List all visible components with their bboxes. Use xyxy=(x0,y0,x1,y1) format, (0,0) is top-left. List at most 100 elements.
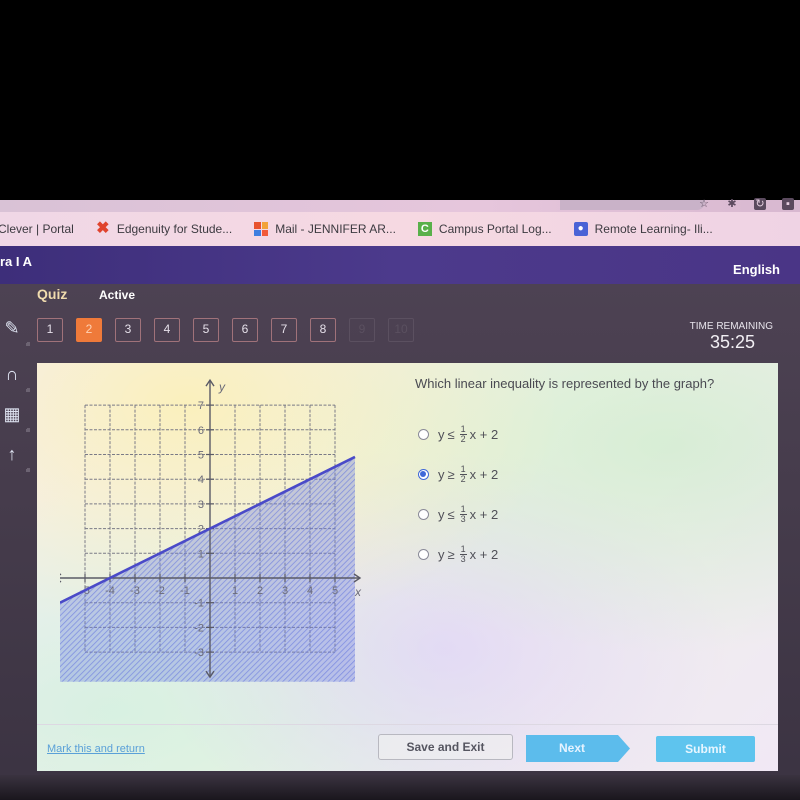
tool-expand-corner xyxy=(26,388,30,392)
bookmark-campus-portal[interactable]: C Campus Portal Log... xyxy=(417,222,552,236)
question-6-button[interactable]: 6 xyxy=(232,318,258,342)
extension-puzzle-icon[interactable]: ✱ xyxy=(726,198,738,210)
tool-expand-corner xyxy=(26,428,30,432)
bookmark-label: Campus Portal Log... xyxy=(438,222,552,236)
y-tick-label: -2 xyxy=(194,622,204,634)
question-8-button[interactable]: 8 xyxy=(310,318,336,342)
fraction-numerator: 1 xyxy=(459,463,467,475)
bookmark-label: Remote Learning- Ili... xyxy=(594,222,713,236)
fraction: 13 xyxy=(459,543,467,564)
inequality-symbol: ≤ xyxy=(447,426,455,442)
expression-rest: x + 2 xyxy=(469,546,499,562)
question-navigator: 1 2 3 4 5 6 7 8 9 10 xyxy=(37,318,427,342)
headphones-icon[interactable]: ∩ xyxy=(0,362,24,386)
y-tick-label: 3 xyxy=(198,499,204,511)
screen: ☆ ✱ ↻ ▪ Clever | Portal ✖ Edgenuity for … xyxy=(0,0,800,800)
inequality-expression: y ≥1 2 x + 2 xyxy=(438,463,499,484)
x-tick-label: 1 xyxy=(232,585,238,597)
inequality-symbol: ≥ xyxy=(447,546,455,562)
lhs: y xyxy=(438,506,445,522)
answer-option-1[interactable]: y ≤1 2 x + 2 xyxy=(418,414,498,454)
bookmark-label: Mail - JENNIFER AR... xyxy=(275,222,396,236)
footer-divider xyxy=(37,724,778,725)
inequality-symbol: ≤ xyxy=(447,506,455,522)
question-10-button: 10 xyxy=(388,318,414,342)
course-title: ra I A xyxy=(0,254,33,269)
y-tick-label: 4 xyxy=(198,474,204,486)
campus-c-icon: C xyxy=(417,222,432,236)
address-bar[interactable] xyxy=(560,200,705,210)
fraction-denominator: 3 xyxy=(460,513,466,524)
fraction-numerator: 1 xyxy=(459,423,467,435)
x-tick-label: -3 xyxy=(130,585,140,597)
edgenuity-x-icon: ✖ xyxy=(96,220,110,237)
question-4-button[interactable]: 4 xyxy=(154,318,180,342)
pencil-icon[interactable]: ✎ xyxy=(0,316,24,340)
fraction-denominator: 2 xyxy=(460,433,466,444)
expression-rest: x + 2 xyxy=(469,426,499,442)
radio-button[interactable] xyxy=(418,428,429,440)
inequality-symbol: ≥ xyxy=(447,466,455,482)
y-tick-label: -3 xyxy=(194,647,204,659)
profile-icon[interactable]: ▪ xyxy=(782,198,794,210)
bookmark-mail[interactable]: Mail - JENNIFER AR... xyxy=(254,222,396,236)
inequality-graph: -5-4-3-2-112345-3-2-11234567xy xyxy=(60,378,362,682)
bookmark-edgenuity[interactable]: ✖ Edgenuity for Stude... xyxy=(96,220,232,237)
answer-option-2[interactable]: y ≥1 2 x + 2 xyxy=(418,454,498,494)
submit-button[interactable]: Submit xyxy=(656,736,755,762)
mark-and-return-link[interactable]: Mark this and return xyxy=(47,743,145,755)
y-tick-label: 1 xyxy=(198,548,204,560)
fraction: 12 xyxy=(459,423,467,444)
language-selector[interactable]: English xyxy=(733,262,780,277)
reference-arrow-icon[interactable]: ↑ xyxy=(0,442,24,466)
lhs: y xyxy=(438,426,445,442)
calculator-icon[interactable]: ▦ xyxy=(0,402,24,426)
fraction: 12 xyxy=(459,463,467,484)
user-card-icon: ● xyxy=(573,222,588,236)
question-5-button[interactable]: 5 xyxy=(193,318,219,342)
radio-button[interactable] xyxy=(418,468,429,480)
bookmark-label: Clever | Portal xyxy=(0,222,74,236)
question-7-button[interactable]: 7 xyxy=(271,318,297,342)
question-2-button[interactable]: 2 xyxy=(76,318,102,342)
inequality-expression: y ≤1 2 x + 2 xyxy=(438,423,499,444)
x-tick-label: 3 xyxy=(282,585,288,597)
question-9-button: 9 xyxy=(349,318,375,342)
answer-option-4[interactable]: y ≥1 3 x + 2 xyxy=(418,534,498,574)
bookmark-clever[interactable]: Clever | Portal xyxy=(0,222,74,236)
next-label: Next xyxy=(558,741,585,755)
fraction-numerator: 1 xyxy=(459,543,467,555)
y-tick-label: 7 xyxy=(198,400,204,412)
x-tick-label: -2 xyxy=(155,585,165,597)
x-tick-label: 2 xyxy=(257,585,263,597)
bookmark-star-icon[interactable]: ☆ xyxy=(698,198,710,210)
fraction: 13 xyxy=(459,504,467,524)
microsoft-icon xyxy=(254,222,269,236)
time-remaining-label: TIME REMAINING xyxy=(689,321,773,332)
y-tick-label: 6 xyxy=(198,425,204,437)
y-tick-label: 5 xyxy=(198,450,204,462)
question-1-button[interactable]: 1 xyxy=(37,318,63,342)
expression-rest: x + 2 xyxy=(469,466,499,482)
tool-expand-corner xyxy=(26,342,30,346)
radio-button[interactable] xyxy=(418,508,429,520)
radio-button[interactable] xyxy=(418,548,429,560)
expression-rest: x + 2 xyxy=(469,506,499,522)
answer-option-3[interactable]: y ≤1 3 x + 2 xyxy=(418,494,498,534)
save-and-exit-button[interactable]: Save and Exit xyxy=(378,734,513,760)
shaded-solution-region xyxy=(60,456,355,682)
x-tick-label: 4 xyxy=(307,585,313,597)
app-header: ra I A English xyxy=(0,246,800,284)
lhs: y xyxy=(438,546,445,562)
inequality-expression: y ≥1 3 x + 2 xyxy=(438,543,499,564)
refresh-icon[interactable]: ↻ xyxy=(754,198,766,210)
x-tick-label: -1 xyxy=(180,585,190,597)
tool-expand-corner xyxy=(26,468,30,472)
y-tick-label: -1 xyxy=(194,598,204,610)
inequality-expression: y ≤1 3 x + 2 xyxy=(438,504,499,524)
question-3-button[interactable]: 3 xyxy=(115,318,141,342)
next-button[interactable]: Next xyxy=(526,735,630,762)
time-remaining-value: 35:25 xyxy=(709,332,755,352)
bookmark-remote-learning[interactable]: ● Remote Learning- Ili... xyxy=(573,222,713,236)
quiz-status: Active xyxy=(99,288,136,302)
